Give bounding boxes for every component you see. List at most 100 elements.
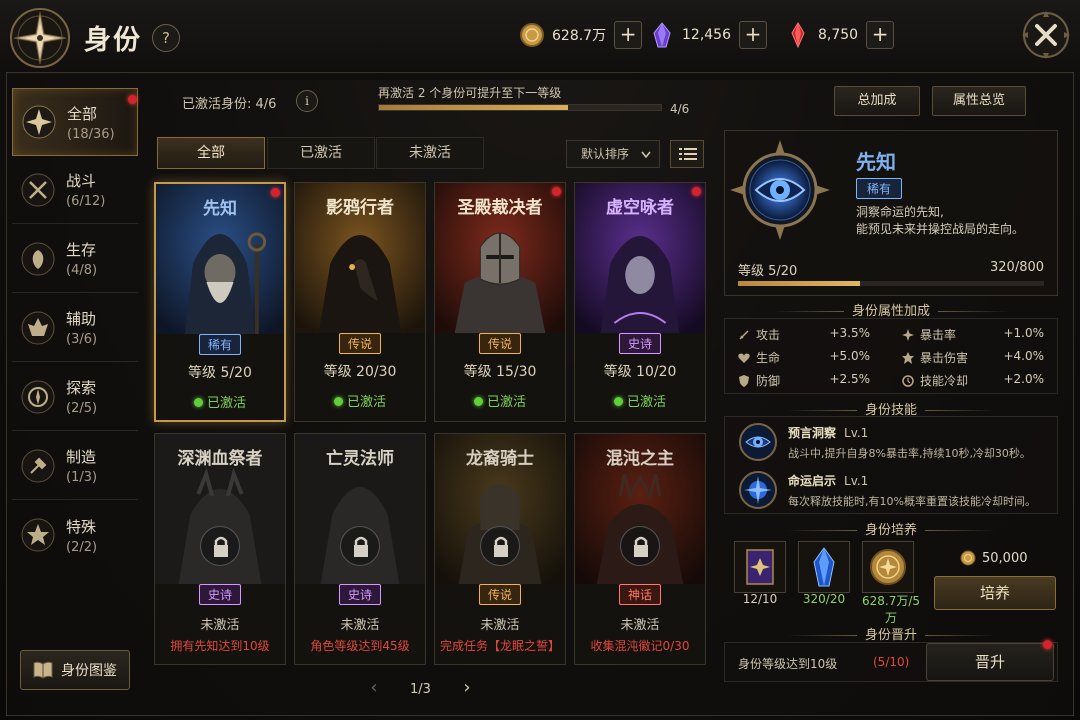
notification-dot [552,187,561,196]
detail-exp: 320/800 [990,260,1045,275]
purple-crystal-icon [653,22,671,48]
attr-crit-rate: 暴击率 [902,326,956,343]
identity-card-temple-judge[interactable]: 圣殿裁决者 传说 等级 15/30 已激活 [434,182,566,422]
blue-crystal-icon [813,547,835,587]
add-gold-button[interactable]: + [614,21,643,49]
unlock-requirement: 角色等级达到45级 [310,639,410,653]
sidebar-item-special[interactable]: 特殊 (2/2) [12,501,138,569]
identity-card-chaos-lord[interactable]: 混沌之主 神话 未激活 收集混沌徽记0/30 [574,433,706,665]
notification-dot [271,188,280,197]
attr-hp: 生命 [738,349,780,366]
train-button[interactable]: 培养 [934,576,1056,610]
identity-card-dragonblood-knight[interactable]: 龙裔骑士 传说 未激活 完成任务【龙眠之誓】 [434,433,566,665]
sort-dropdown[interactable]: 默认排序 [566,140,660,168]
rarity-badge: 传说 [338,333,382,354]
prev-page-button[interactable]: ‹ [362,677,386,701]
material-count: 12/10 [742,592,778,606]
cooldown-icon [902,374,914,387]
identity-card-shadow-raven[interactable]: 影鸦行者 传说 等级 20/30 已激活 [294,182,426,422]
rarity-badge: 传说 [478,333,522,354]
sidebar-item-all[interactable]: 全部 (18/36) [12,88,138,156]
sort-label: 默认排序 [581,147,630,161]
train-section-title: 身份培养 [724,519,1058,538]
upgrade-progress-bar [378,104,662,111]
card-status: 已激活 [295,391,425,410]
identity-card-abyss-bloodpriest[interactable]: 深渊血祭者 史诗 未激活 拥有先知达到10级 [154,433,286,665]
sidebar-item-count: (2/2) [66,539,98,555]
attr-attack: 攻击 [738,326,780,343]
status-text: 已激活 [626,395,666,410]
card-state: 未激活 [480,618,520,633]
rarity-badge: 史诗 [618,333,662,354]
sidebar-item-count: (2/5) [66,401,98,416]
material-gold[interactable] [862,541,914,593]
identity-card-necromancer[interactable]: 亡灵法师 史诗 未激活 角色等级达到45级 [294,433,426,665]
eye-skill-icon [739,423,777,461]
total-bonus-button[interactable]: 总加成 [834,86,920,116]
skill-name: 预言洞察 [788,426,837,440]
status-text: 已激活 [346,395,386,410]
tab-all[interactable]: 全部 [157,137,265,169]
next-page-button[interactable]: › [455,677,479,701]
sidebar-item-count: (18/36) [67,126,115,142]
rarity-badge: 史诗 [198,584,242,605]
card-state: 未激活 [340,618,380,633]
sidebar-item-explore[interactable]: 探索 (2/5) [12,363,138,431]
upgrade-progress-count: 4/6 [670,102,690,116]
skill-fate-revelation[interactable]: 命运启示 Lv.1 每次释放技能时,有10%概率重置该技能冷却时间。 [738,470,1036,510]
identity-card-void-chanter[interactable]: 虚空咏者 史诗 等级 10/20 已激活 [574,182,706,422]
lock-icon [200,526,240,566]
card-name: 亡灵法师 [326,449,394,469]
crit-rate-icon [902,328,914,341]
compendium-button[interactable]: 身份图鉴 [20,650,130,690]
sidebar-item-count: (4/8) [66,263,98,278]
skill-prophecy-insight[interactable]: 预言洞察 Lv.1 战斗中,提升自身8%暴击率,持续10秒,冷却30秒。 [738,422,1031,462]
combat-icon [21,173,55,206]
sidebar-item-crafting[interactable]: 制造 (1/3) [12,432,138,500]
card-level: 等级 15/30 [463,364,537,380]
list-view-button[interactable] [670,140,704,168]
attr-label: 生命 [756,351,781,365]
promote-button[interactable]: 晋升 [926,643,1054,681]
book-icon [33,661,53,679]
tab-activated[interactable]: 已激活 [267,137,375,169]
help-button[interactable]: ? [152,24,180,52]
exp-progress-bar [738,281,1044,286]
skill-description: 战斗中,提升自身8%暴击率,持续10秒,冷却30秒。 [788,447,1031,460]
sidebar-item-combat[interactable]: 战斗 (6/12) [12,156,138,224]
sidebar-item-survival[interactable]: 生存 (4/8) [12,225,138,293]
material-tome[interactable] [734,541,786,593]
material-crystal[interactable] [798,541,850,593]
all-category-icon [22,105,56,139]
section-title-text: 身份培养 [864,523,917,538]
status-text: 已激活 [486,395,526,410]
promote-section-title: 身份晋升 [724,624,1058,643]
detail-description: 洞察命运的先知, 能预见未来并操控战局的走向。 [856,204,1046,238]
attr-value: +2.0% [1003,372,1044,386]
close-icon[interactable] [1020,9,1072,61]
notification-dot [128,95,137,104]
sidebar-item-support[interactable]: 辅助 (3/6) [12,294,138,362]
gold-amount: 628.7万 [552,28,607,44]
card-state: 未激活 [620,618,660,633]
identity-card-prophet[interactable]: 先知 稀有 等级 5/20 已激活 [154,182,286,422]
section-title-text: 身份晋升 [864,628,917,643]
card-level: 等级 10/20 [603,364,677,380]
tab-inactive[interactable]: 未激活 [376,137,484,169]
activated-count: 已激活身份: 4/6 [182,97,277,112]
upgrade-progress-label: 再激活 2 个身份可提升至下一等级 [378,86,562,100]
card-status: 已激活 [435,391,565,410]
rarity-badge: 稀有 [198,334,242,355]
info-button[interactable]: i [296,90,318,112]
card-status: 已激活 [156,392,284,411]
card-name: 龙裔骑士 [466,449,534,469]
attribute-overview-button[interactable]: 属性总览 [932,86,1026,116]
add-red-crystal-button[interactable]: + [866,21,895,49]
add-purple-crystal-button[interactable]: + [739,21,767,49]
sidebar-item-label: 探索 [66,379,97,397]
unlock-requirement: 拥有先知达到10级 [170,639,270,653]
sidebar-item-count: (1/3) [66,470,98,485]
attr-cooldown: 技能冷却 [902,372,968,389]
red-crystal-icon [791,22,805,49]
page-indicator: 1/3 [410,681,431,697]
